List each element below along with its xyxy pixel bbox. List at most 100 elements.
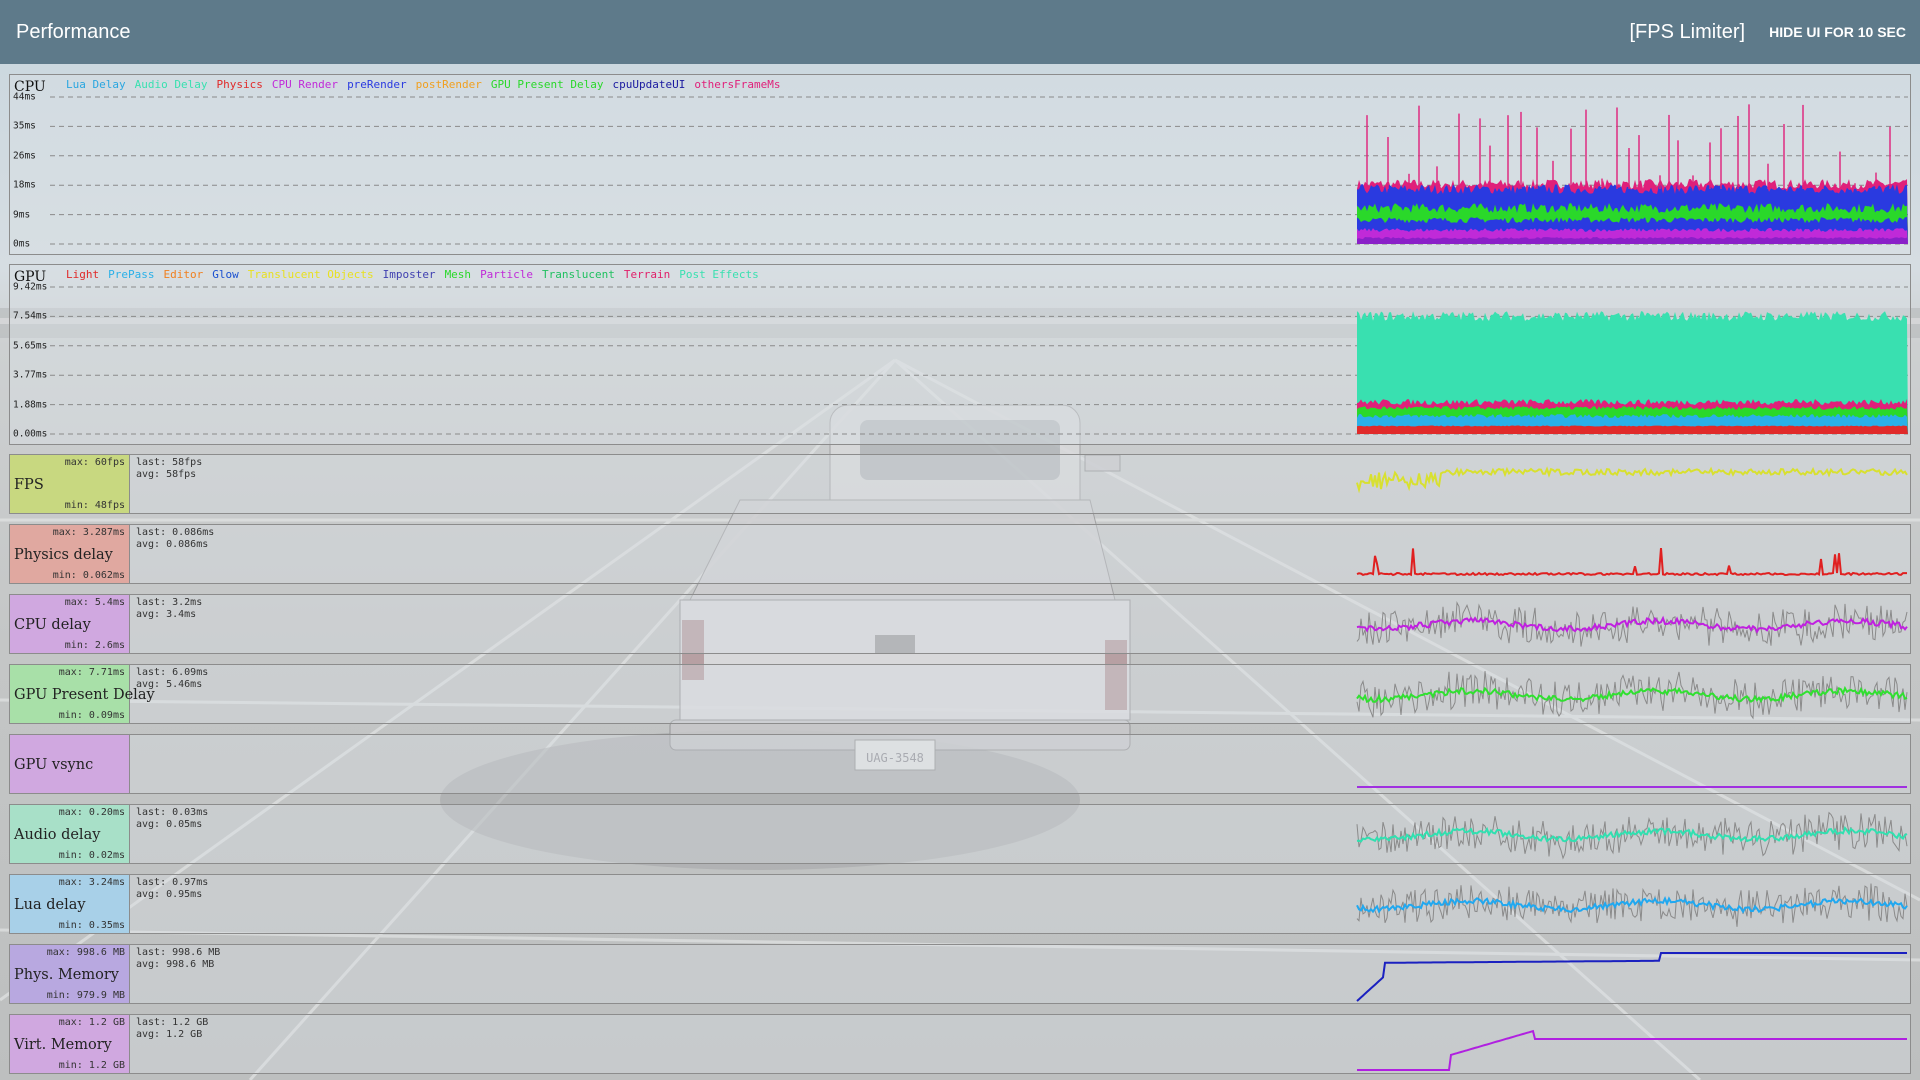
performance-header: Performance [FPS Limiter] HIDE UI FOR 10…	[0, 0, 1920, 64]
row-name: Lua delay	[14, 897, 86, 913]
row-graph	[1356, 601, 1908, 647]
row-last: last: 0.97ms	[136, 877, 209, 888]
row-graph	[1357, 786, 1907, 788]
page-title: Performance	[16, 20, 131, 43]
legend-item[interactable]: Particle	[480, 268, 533, 281]
legend-item[interactable]: Imposter	[383, 268, 436, 281]
row-graph	[1356, 952, 1907, 1002]
row-avg: avg: 5.46ms	[136, 679, 203, 690]
legend-item[interactable]: Post Effects	[679, 268, 758, 281]
row-stats: last: 0.97ms avg: 0.95ms	[136, 877, 208, 901]
row-name: Audio delay	[14, 827, 101, 843]
y-tick-label: 5.65ms	[13, 340, 48, 352]
row-min: min: 48fps	[64, 500, 125, 511]
row-stats: last: 58fps avg: 58fps	[136, 457, 202, 481]
legend-item[interactable]: cpuUpdateUI	[613, 78, 686, 91]
legend-item[interactable]: Mesh	[445, 268, 472, 281]
legend-item[interactable]: othersFrameMs	[694, 78, 780, 91]
row-label-box[interactable]: max: 5.4ms CPU delay min: 2.6ms	[10, 595, 130, 653]
row-label-box[interactable]: max: 0.20ms Audio delay min: 0.02ms	[10, 805, 130, 863]
row-label-box[interactable]: max: 1.2 GB Virt. Memory min: 1.2 GB	[10, 1015, 130, 1073]
row-name: Virt. Memory	[14, 1037, 112, 1053]
row-name: GPU Present Delay	[14, 687, 155, 703]
stat-row: max: 60fps FPS min: 48fps last: 58fps avg: 5…	[9, 454, 1911, 514]
series-line	[1356, 895, 1908, 914]
row-max: max: 60fps	[64, 457, 125, 468]
raw-series	[1356, 883, 1908, 927]
stacked-series	[1357, 425, 1908, 434]
row-stats: last: 0.03ms avg: 0.05ms	[136, 807, 208, 831]
row-avg: avg: 0.05ms	[136, 819, 203, 830]
row-avg: avg: 58fps	[136, 469, 197, 480]
stat-row: max: 1.2 GB Virt. Memory min: 1.2 GB last: …	[9, 1014, 1911, 1074]
legend-item[interactable]: Lua Delay	[66, 78, 126, 91]
legend-item[interactable]: Audio Delay	[135, 78, 208, 91]
row-avg: avg: 998.6 MB	[136, 959, 215, 970]
cpu-y-axis: 44ms 35ms 26ms 18ms 9ms 0ms	[13, 75, 53, 254]
row-avg: avg: 0.086ms	[136, 539, 209, 550]
y-tick-label: 1.88ms	[13, 399, 48, 411]
row-last: last: 0.086ms	[136, 527, 215, 538]
stat-row: GPU vsync	[9, 734, 1911, 794]
legend-item[interactable]: postRender	[416, 78, 482, 91]
y-tick-label: 3.77ms	[13, 369, 48, 381]
y-tick-label: 0.00ms	[13, 428, 48, 440]
y-tick-label: 9ms	[13, 209, 31, 221]
stat-row: max: 5.4ms CPU delay min: 2.6ms last: 3.2ms…	[9, 594, 1911, 654]
row-graph	[1356, 466, 1908, 494]
row-label-box[interactable]: max: 60fps FPS min: 48fps	[10, 455, 130, 513]
row-graph	[1356, 548, 1907, 577]
raw-series	[1356, 811, 1908, 860]
legend-item[interactable]: Physics	[216, 78, 262, 91]
series-line	[1356, 952, 1907, 1002]
row-last: last: 6.09ms	[136, 667, 209, 678]
row-last: last: 58fps	[136, 457, 203, 468]
gpu-graph-panel: GPU Light PrePass Editor Glow Translucent Ob…	[9, 264, 1911, 445]
row-label-box[interactable]: max: 3.287ms Physics delay min: 0.062ms	[10, 525, 130, 583]
row-label-box[interactable]: GPU vsync	[10, 735, 130, 793]
stat-row: max: 3.287ms Physics delay min: 0.062ms las…	[9, 524, 1911, 584]
legend-item[interactable]: Editor	[163, 268, 203, 281]
legend-item[interactable]: Glow	[212, 268, 239, 281]
row-max: max: 0.20ms	[58, 807, 125, 818]
row-min: min: 0.35ms	[58, 920, 125, 931]
legend-item[interactable]: PrePass	[108, 268, 154, 281]
row-min: min: 0.09ms	[58, 710, 125, 721]
row-stats: last: 0.086ms avg: 0.086ms	[136, 527, 214, 551]
legend-item[interactable]: GPU Present Delay	[491, 78, 604, 91]
row-stats: last: 998.6 MB avg: 998.6 MB	[136, 947, 220, 971]
legend-item[interactable]: preRender	[347, 78, 407, 91]
cpu-graph	[50, 96, 1908, 245]
y-tick-label: 26ms	[13, 150, 36, 162]
row-label-box[interactable]: max: 7.71ms GPU Present Delay min: 0.09ms	[10, 665, 155, 723]
row-max: max: 1.2 GB	[58, 1017, 125, 1028]
legend-item[interactable]: Light	[66, 268, 99, 281]
row-last: last: 1.2 GB	[136, 1017, 209, 1028]
cpu-graph-panel: CPU Lua Delay Audio Delay Physics CPU Rende…	[9, 74, 1911, 255]
row-graph	[1356, 811, 1908, 860]
stat-row: max: 7.71ms GPU Present Delay min: 0.09ms l…	[9, 664, 1911, 724]
row-last: last: 998.6 MB	[136, 947, 221, 958]
row-avg: avg: 0.95ms	[136, 889, 203, 900]
row-name: GPU vsync	[14, 757, 94, 773]
cpu-legend: Lua Delay Audio Delay Physics CPU Render pre…	[66, 78, 780, 91]
legend-item[interactable]: Translucent	[542, 268, 615, 281]
row-label-box[interactable]: max: 998.6 MB Phys. Memory min: 979.9 MB	[10, 945, 130, 1003]
y-tick-label: 0ms	[13, 238, 31, 250]
row-min: min: 1.2 GB	[58, 1060, 125, 1071]
row-graph	[1356, 671, 1908, 720]
hide-ui-button[interactable]: HIDE UI FOR 10 SEC	[1769, 24, 1906, 40]
legend-item[interactable]: CPU Render	[272, 78, 338, 91]
legend-item[interactable]: Translucent Objects	[248, 268, 374, 281]
stat-row: max: 3.24ms Lua delay min: 0.35ms last: 0.9…	[9, 874, 1911, 934]
row-last: last: 0.03ms	[136, 807, 209, 818]
row-stats: last: 1.2 GB avg: 1.2 GB	[136, 1017, 208, 1041]
fps-limiter-button[interactable]: [FPS Limiter]	[1630, 21, 1746, 44]
row-label-box[interactable]: max: 3.24ms Lua delay min: 0.35ms	[10, 875, 130, 933]
series-line	[1356, 466, 1908, 494]
row-graph	[1356, 883, 1908, 927]
row-name: Phys. Memory	[14, 967, 119, 983]
legend-item[interactable]: Terrain	[624, 268, 670, 281]
row-max: max: 998.6 MB	[46, 947, 125, 958]
row-stats: last: 3.2ms avg: 3.4ms	[136, 597, 202, 621]
